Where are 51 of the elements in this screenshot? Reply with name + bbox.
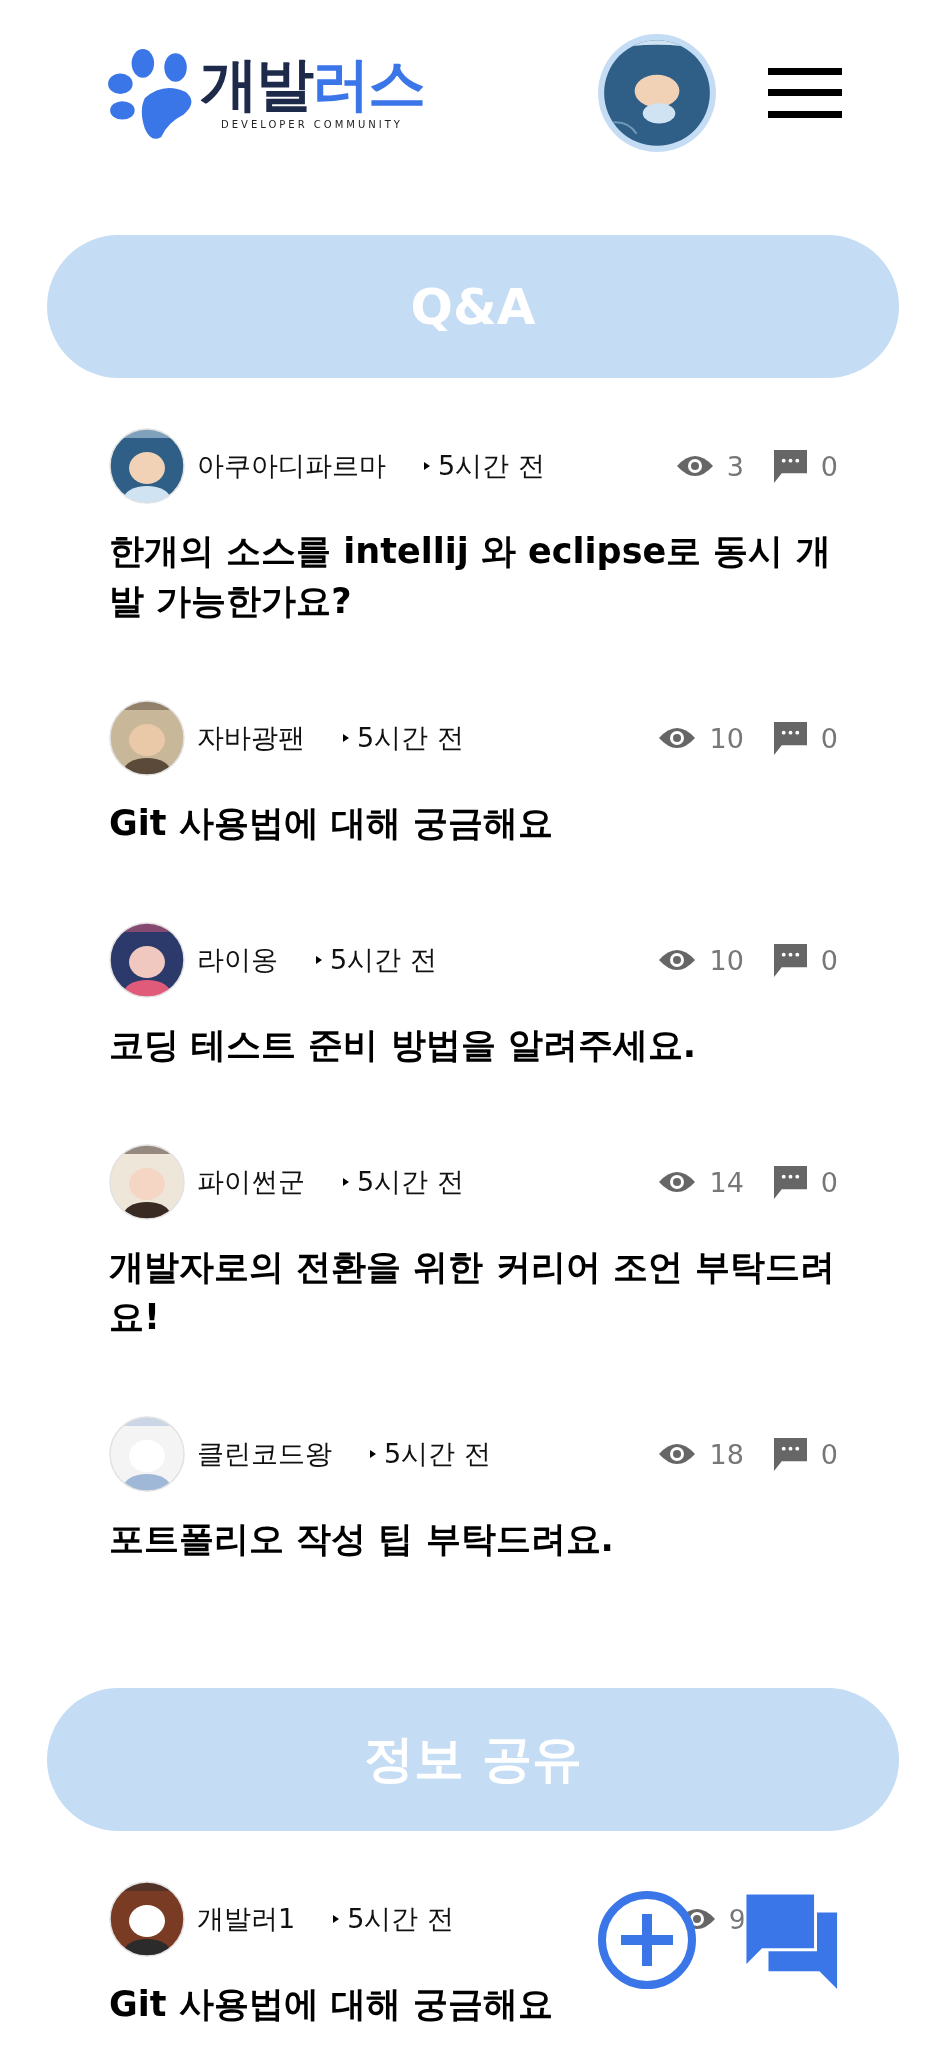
post-time: 5시간 전 — [330, 943, 437, 977]
comment-icon — [773, 721, 807, 755]
post-title[interactable]: 개발자로의 전환을 위한 커리어 조언 부탁드려요! — [109, 1242, 838, 1342]
eye-icon — [659, 1442, 696, 1466]
triangle-icon — [316, 956, 322, 964]
comment-icon — [773, 1165, 807, 1199]
view-count: 10 — [709, 722, 744, 754]
section-header: 정보 공유 — [47, 1688, 899, 1831]
post-title[interactable]: 코딩 테스트 준비 방법을 알려주세요. — [109, 1020, 838, 1070]
view-count: 3 — [726, 450, 744, 482]
eye-icon — [659, 948, 696, 972]
view-count: 9 — [728, 1903, 746, 1935]
post-title[interactable]: Git 사용법에 대해 궁금해요 — [109, 798, 838, 848]
comment-count: 0 — [820, 450, 838, 482]
author-name[interactable]: 자바광팬 — [197, 720, 305, 756]
view-count: 14 — [709, 1166, 744, 1198]
post-time: 5시간 전 — [438, 449, 545, 483]
view-count: 18 — [709, 1438, 744, 1470]
triangle-icon — [333, 1915, 340, 1923]
triangle-icon — [424, 462, 430, 470]
comment-icon — [773, 943, 807, 977]
post-time: 5시간 전 — [347, 1902, 454, 1936]
eye-icon — [659, 1170, 696, 1194]
author-name[interactable]: 파이썬군 — [197, 1164, 305, 1200]
author-name[interactable]: 클린코드왕 — [197, 1436, 332, 1472]
comment-count: 0 — [820, 944, 838, 976]
eye-icon — [659, 726, 696, 750]
triangle-icon — [370, 1450, 376, 1458]
post-time: 5시간 전 — [357, 1165, 464, 1199]
comment-icon — [773, 1437, 807, 1471]
post-title[interactable]: 한개의 소스를 intellij 와 eclipse로 동시 개발 가능한가요? — [109, 526, 838, 626]
view-count: 10 — [709, 944, 744, 976]
author-name[interactable]: 아쿠아디파르마 — [197, 448, 386, 484]
add-icon[interactable] — [597, 1890, 697, 1990]
comment-count: 0 — [820, 1438, 838, 1470]
comment-count: 0 — [820, 1166, 838, 1198]
section-header: Q&A — [47, 235, 899, 378]
menu-icon[interactable] — [768, 67, 842, 118]
eye-icon — [676, 454, 713, 478]
post-title[interactable]: 포트폴리오 작성 팁 부탁드려요. — [109, 1514, 838, 1564]
author-name[interactable]: 개발러1 — [197, 1901, 296, 1937]
triangle-icon — [343, 1178, 349, 1186]
author-name[interactable]: 라이옹 — [197, 942, 278, 978]
comment-count: 0 — [820, 722, 838, 754]
post-time: 5시간 전 — [357, 721, 464, 755]
post-time: 5시간 전 — [384, 1437, 491, 1471]
logo-wordmark: 개발러스 — [200, 55, 424, 113]
post-title[interactable]: Git 사용법에 대해 궁금해요 — [109, 1979, 838, 2029]
comment-icon — [773, 449, 807, 483]
triangle-icon — [343, 734, 349, 742]
logo-tagline: DEVELOPER COMMUNITY — [221, 119, 403, 130]
